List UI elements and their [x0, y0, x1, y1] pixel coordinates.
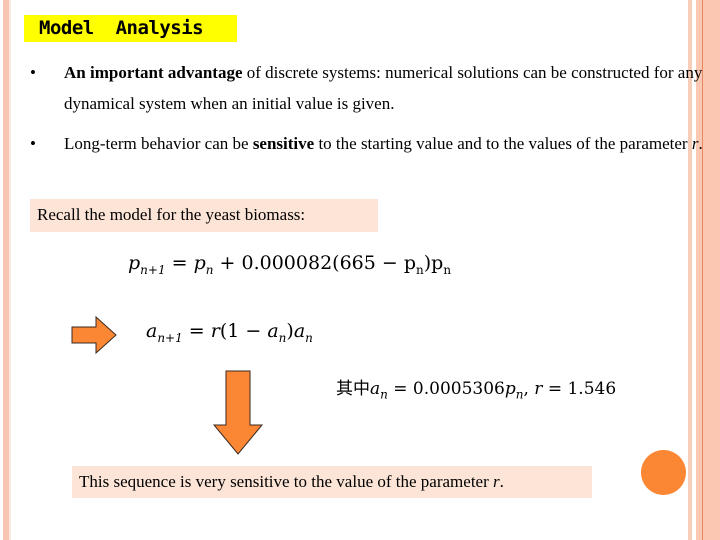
eq-term: (1 − — [219, 320, 268, 342]
eq-term: ) — [286, 320, 294, 342]
bullet-pre: Long-term behavior can be — [64, 134, 253, 153]
conclusion-end: . — [499, 472, 504, 491]
eq-var: p — [128, 252, 141, 274]
equation-substitution: 其中an = 0.0005306pn, r = 1.546 — [336, 374, 616, 401]
eq-op: = — [182, 320, 211, 342]
eq-op: = — [165, 252, 194, 274]
eq-term: , — [523, 379, 535, 399]
eq-var: p — [504, 379, 516, 399]
bullet-post: to the starting value and to the values … — [314, 134, 692, 153]
slide-title: Model Analysis — [24, 15, 237, 42]
eq-term: = 1.546 — [542, 379, 617, 399]
eq-sub: n — [443, 262, 452, 277]
recall-callout: Recall the model for the yeast biomass: — [30, 199, 378, 232]
orange-circle-icon — [641, 450, 686, 495]
eq-sub: n — [416, 262, 424, 277]
equation-logistic-map: an+1 = r(1 − an)an — [146, 320, 313, 345]
down-arrow-icon — [212, 370, 264, 455]
left-border-shadow — [9, 0, 11, 540]
bullet-bold: sensitive — [252, 134, 315, 153]
eq-var: p — [193, 252, 206, 274]
bullet-marker: • — [30, 134, 36, 153]
eq-var: a — [370, 379, 381, 399]
eq-var: r — [210, 320, 220, 342]
eq-term: )p — [423, 252, 444, 274]
eq-prefix: 其中 — [336, 379, 370, 399]
eq-sub: n — [380, 387, 388, 402]
eq-sub: n+1 — [140, 262, 166, 277]
bullet-end: . — [698, 134, 703, 153]
eq-term: + 0.000082(665 − p — [213, 252, 416, 274]
eq-sub: n — [305, 330, 313, 345]
conclusion-text: This sequence is very sensitive to the v… — [79, 472, 493, 491]
eq-var: a — [146, 320, 158, 342]
eq-var: a — [293, 320, 306, 342]
bullet-bold-lead: An important advantage — [64, 63, 243, 82]
conclusion-italic: r — [493, 472, 500, 491]
bullet-marker: • — [30, 63, 36, 82]
equation-yeast-model: pn+1 = pn + 0.000082(665 − pn)pn — [128, 252, 451, 277]
bullet-text: An important advantage of discrete syste… — [64, 57, 704, 119]
conclusion-callout: This sequence is very sensitive to the v… — [72, 466, 592, 498]
right-border-band — [703, 0, 720, 540]
eq-term: = 0.0005306 — [387, 379, 505, 399]
eq-var: a — [267, 320, 279, 342]
eq-sub: n — [205, 262, 214, 277]
bullet-text: Long-term behavior can be sensitive to t… — [64, 128, 704, 159]
right-arrow-icon — [71, 315, 117, 355]
eq-sub: n+1 — [157, 330, 183, 345]
